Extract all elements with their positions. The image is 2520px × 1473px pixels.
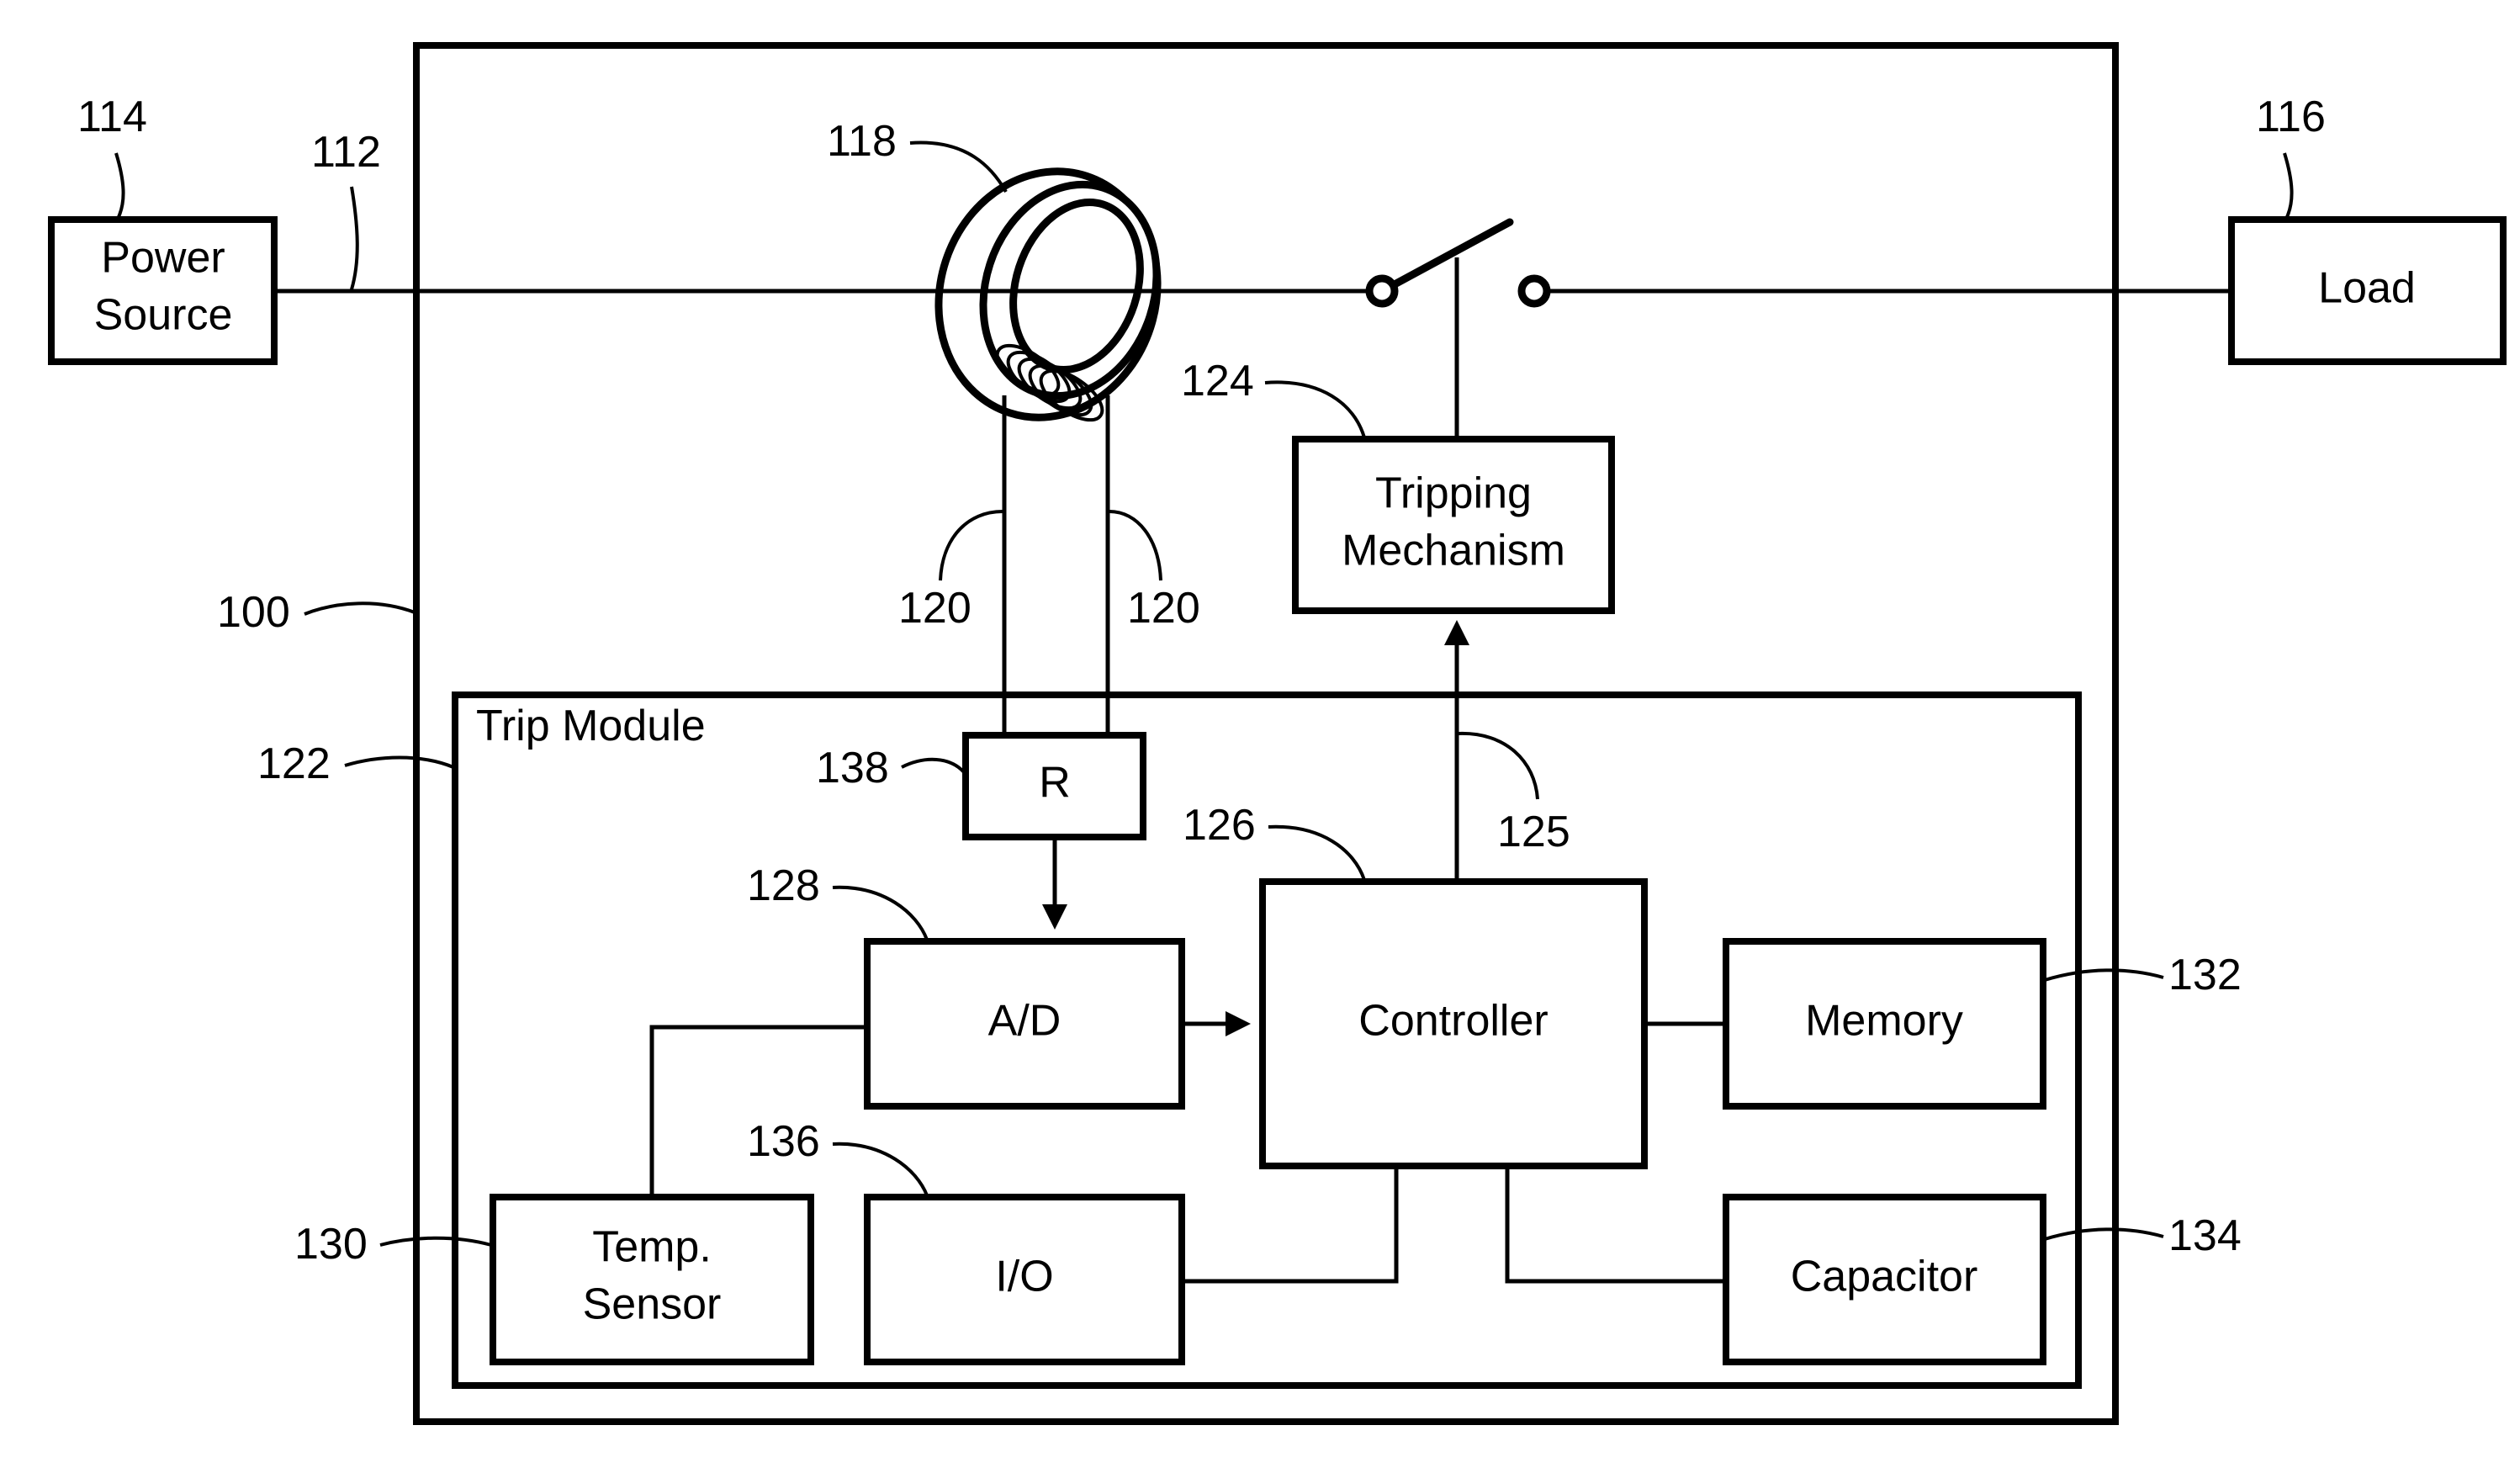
controller-label: Controller <box>1358 997 1548 1046</box>
ad-converter-block[interactable]: A/D <box>864 938 1185 1110</box>
resistor-leader <box>901 757 966 774</box>
secondary-wires <box>1002 395 1110 735</box>
capacitor-label: Capacitor <box>1791 1253 1978 1301</box>
circuit-breaker-diagram: 100 112 Power Source 114 Load 116 118 12… <box>48 42 2507 1425</box>
current-transformer-ref: 118 <box>827 117 897 166</box>
capacitor-leader <box>2044 1227 2164 1241</box>
controller-capacitor-link <box>1505 1166 1726 1284</box>
ad-converter-ref: 128 <box>747 861 820 910</box>
power-source-ref: 114 <box>77 93 147 141</box>
load-label: Load <box>2318 264 2416 313</box>
controller-block[interactable]: Controller <box>1259 878 1648 1169</box>
conductor-ref: 112 <box>311 128 381 177</box>
tripping-mechanism-label-line1: Tripping <box>1375 469 1532 518</box>
power-source-leader <box>114 152 125 220</box>
load-block[interactable]: Load <box>2228 216 2507 365</box>
secondary-wire-ref-left: 120 <box>898 584 971 633</box>
temp-sensor-to-ad-link <box>649 1025 867 1197</box>
secondary-wire-ref-right: 120 <box>1127 584 1200 633</box>
ad-converter-label: A/D <box>988 997 1061 1046</box>
memory-ref: 132 <box>2168 951 2242 999</box>
power-source-label-line2: Source <box>94 291 233 340</box>
ad-converter-leader <box>832 885 929 940</box>
load-ref: 116 <box>2256 93 2326 141</box>
breaker-ref: 100 <box>217 588 290 637</box>
tripping-mechanism-block[interactable]: Tripping Mechanism <box>1292 436 1615 614</box>
load-leader <box>2283 152 2294 220</box>
memory-leader <box>2044 968 2164 982</box>
power-source-label-line1: Power <box>101 234 225 283</box>
tripping-mechanism-ref: 124 <box>1181 357 1254 405</box>
io-block[interactable]: I/O <box>864 1194 1185 1365</box>
io-label: I/O <box>995 1253 1053 1301</box>
secondary-wire-leader-right <box>1109 510 1162 581</box>
secondary-wire-leader-left <box>939 510 1003 581</box>
power-source-block[interactable]: Power Source <box>48 216 278 365</box>
memory-block[interactable]: Memory <box>1723 938 2046 1110</box>
trip-signal-ref: 125 <box>1497 808 1570 856</box>
temp-sensor-label-line1: Temp. <box>592 1223 712 1272</box>
temp-sensor-block[interactable]: Temp. Sensor <box>490 1194 814 1365</box>
io-leader <box>832 1142 929 1196</box>
trip-module-leader <box>344 755 454 769</box>
breaker-switch-icon <box>1365 218 1551 439</box>
breaker-leader <box>304 601 416 616</box>
io-ref: 136 <box>747 1117 820 1166</box>
trip-module-title: Trip Module <box>476 702 706 750</box>
controller-ref: 126 <box>1183 801 1256 850</box>
current-transformer-icon <box>934 167 1162 422</box>
tripping-mechanism-leader <box>1264 380 1366 438</box>
trip-module-ref: 122 <box>257 739 331 788</box>
controller-leader <box>1268 824 1366 881</box>
resistor-block[interactable]: R <box>962 732 1146 840</box>
resistor-ref: 138 <box>816 744 889 792</box>
current-transformer-leader <box>909 140 1008 193</box>
io-to-controller-link <box>1182 1166 1399 1284</box>
temp-sensor-label-line2: Sensor <box>583 1280 722 1329</box>
tripping-mechanism-label-line2: Mechanism <box>1342 527 1565 575</box>
memory-label: Memory <box>1805 997 1963 1046</box>
temp-sensor-ref: 130 <box>294 1220 368 1269</box>
conductor-leader <box>350 186 359 290</box>
trip-signal-leader <box>1458 731 1539 800</box>
temp-sensor-leader <box>379 1236 492 1247</box>
capacitor-ref: 134 <box>2168 1211 2242 1260</box>
resistor-label: R <box>1039 759 1071 808</box>
capacitor-block[interactable]: Capacitor <box>1723 1194 2046 1365</box>
